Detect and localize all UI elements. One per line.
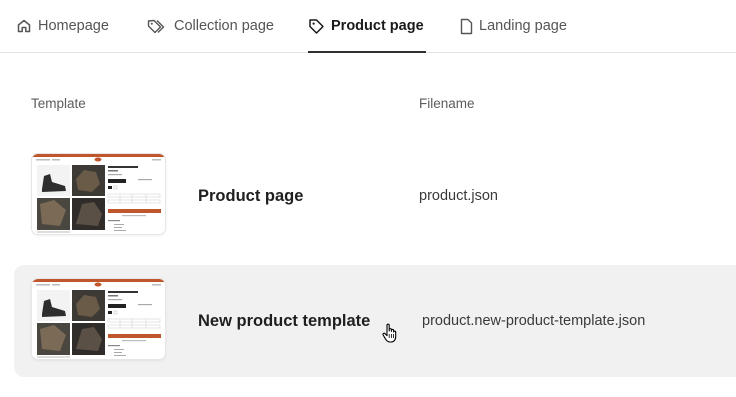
tab-label: Collection page [174,18,274,34]
table-row[interactable]: New product template product.new-product… [14,265,736,377]
tab-label: Product page [331,18,424,34]
table-row[interactable]: Product page product.json [14,140,736,252]
tab-label: Landing page [479,18,567,34]
template-name: Product page [198,186,304,205]
tab-landing-page[interactable]: Landing page [460,0,567,52]
template-filename: product.new-product-template.json [422,313,646,329]
column-header-template: Template [31,96,86,111]
template-type-tabs: Homepage Collection page Product page La… [0,0,736,53]
tags-icon [147,17,168,35]
home-icon [16,18,32,34]
template-name: New product template [198,311,371,330]
tab-label: Homepage [38,18,109,34]
tag-icon [308,18,325,35]
column-header-filename: Filename [419,96,475,111]
template-thumbnail [32,154,165,234]
tab-collection-page[interactable]: Collection page [147,0,274,52]
template-thumbnail [32,279,165,359]
tab-homepage[interactable]: Homepage [16,0,109,52]
template-filename: product.json [419,188,498,204]
tab-product-page[interactable]: Product page [308,0,426,53]
page-icon [460,18,473,35]
